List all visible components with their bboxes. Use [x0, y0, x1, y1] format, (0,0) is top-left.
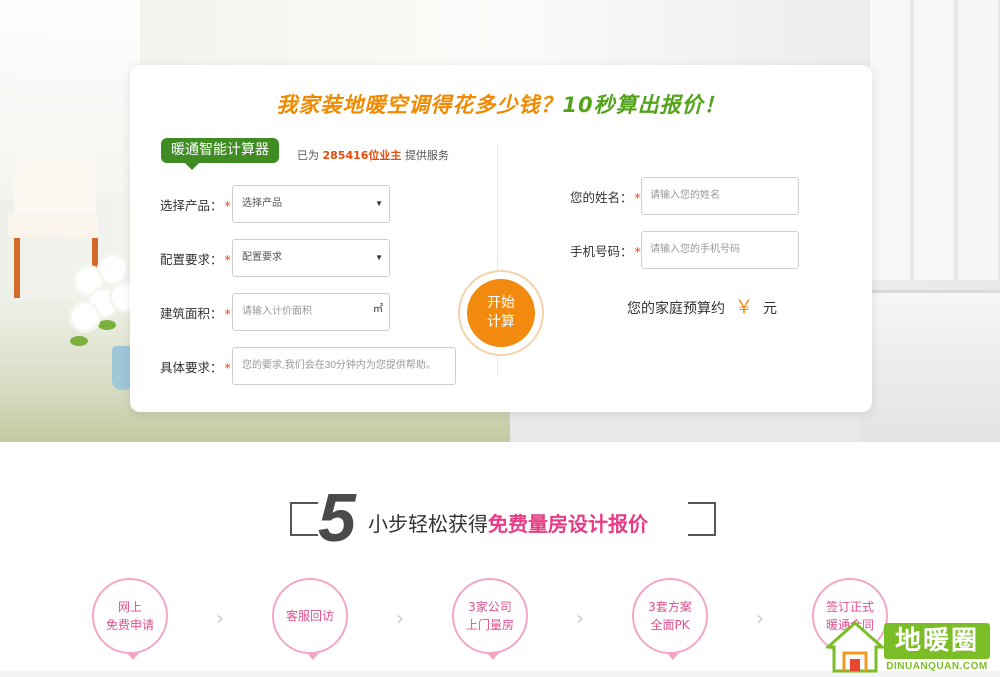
dropdown-caret-icon: ▼ [375, 253, 383, 262]
phone-label: 手机号码： * [570, 244, 641, 259]
step-3: 3家公司 上门量房 [452, 578, 528, 660]
steps-number: 5 [318, 480, 356, 556]
steps-text: 小步轻松获得免费量房设计报价 [368, 512, 648, 536]
calculator-card: 我家装地暖空调得花多少钱？10秒算出报价！ 暖通智能计算器 已为 285416位… [130, 65, 872, 412]
headline-exclaim: ！ [703, 93, 726, 117]
served-counter: 已为 285416位业主 提供服务 [297, 147, 449, 163]
area-input[interactable]: 请输入计价面积㎡ [232, 293, 390, 331]
step-arrow-icon: › [756, 606, 764, 630]
flowers-image [68, 250, 138, 390]
served-prefix: 已为 [297, 149, 319, 162]
step-arrow-icon: › [576, 606, 584, 630]
budget-yen-symbol: ￥ [735, 297, 753, 318]
step-1: 网上 免费申请 [92, 578, 168, 660]
house-logo-icon [826, 621, 884, 673]
detail-textarea[interactable]: 您的要求,我们会在30分钟内为您提供帮助。 [232, 347, 456, 385]
product-label: 选择产品： * [160, 198, 231, 213]
window-right-image [870, 0, 1000, 280]
config-label: 配置要求： * [160, 252, 231, 267]
title-bracket-right [688, 502, 716, 536]
budget-unit: 元 [763, 301, 777, 317]
product-select[interactable]: 选择产品 ▼ [232, 185, 390, 223]
step-arrow-icon: › [396, 606, 404, 630]
served-suffix: 提供服务 [404, 149, 449, 162]
cabinet-image [860, 290, 1000, 442]
name-label: 您的姓名： * [570, 190, 641, 205]
step-4: 3套方案 全面PK [632, 578, 708, 660]
headline: 我家装地暖空调得花多少钱？10秒算出报价！ [130, 89, 872, 119]
watermark-logo: 地暖圈 DINUANQUAN.COM [826, 619, 992, 675]
steps-title: 5 小步轻松获得免费量房设计报价 [290, 478, 716, 562]
dropdown-caret-icon: ▼ [375, 199, 383, 208]
step-arrow-icon: › [216, 606, 224, 630]
step-2: 客服回访 [272, 578, 348, 660]
page: 我家装地暖空调得花多少钱？10秒算出报价！ 暖通智能计算器 已为 285416位… [0, 0, 1000, 677]
headline-question: 我家装地暖空调得花多少钱？ [276, 93, 563, 117]
watermark-url: DINUANQUAN.COM [886, 661, 988, 672]
title-bracket-left [290, 502, 318, 536]
headline-answer: 10秒算出报价 [562, 93, 704, 117]
start-calculate-button[interactable]: 开始 计算 [458, 270, 544, 356]
area-unit: ㎡ [373, 304, 383, 315]
config-select[interactable]: 配置要求 ▼ [232, 239, 390, 277]
name-input[interactable]: 请输入您的姓名 [641, 177, 799, 215]
budget-label: 您的家庭预算约 [627, 301, 725, 317]
detail-label: 具体要求： * [160, 360, 231, 375]
phone-input[interactable]: 请输入您的手机号码 [641, 231, 799, 269]
watermark-word: 地暖圈 [884, 623, 990, 659]
calculator-badge: 暖通智能计算器 [161, 138, 279, 170]
area-label: 建筑面积： * [160, 306, 231, 321]
served-count: 285416位业主 [322, 149, 402, 162]
budget-estimate: 您的家庭预算约 ￥ 元 [627, 293, 777, 319]
